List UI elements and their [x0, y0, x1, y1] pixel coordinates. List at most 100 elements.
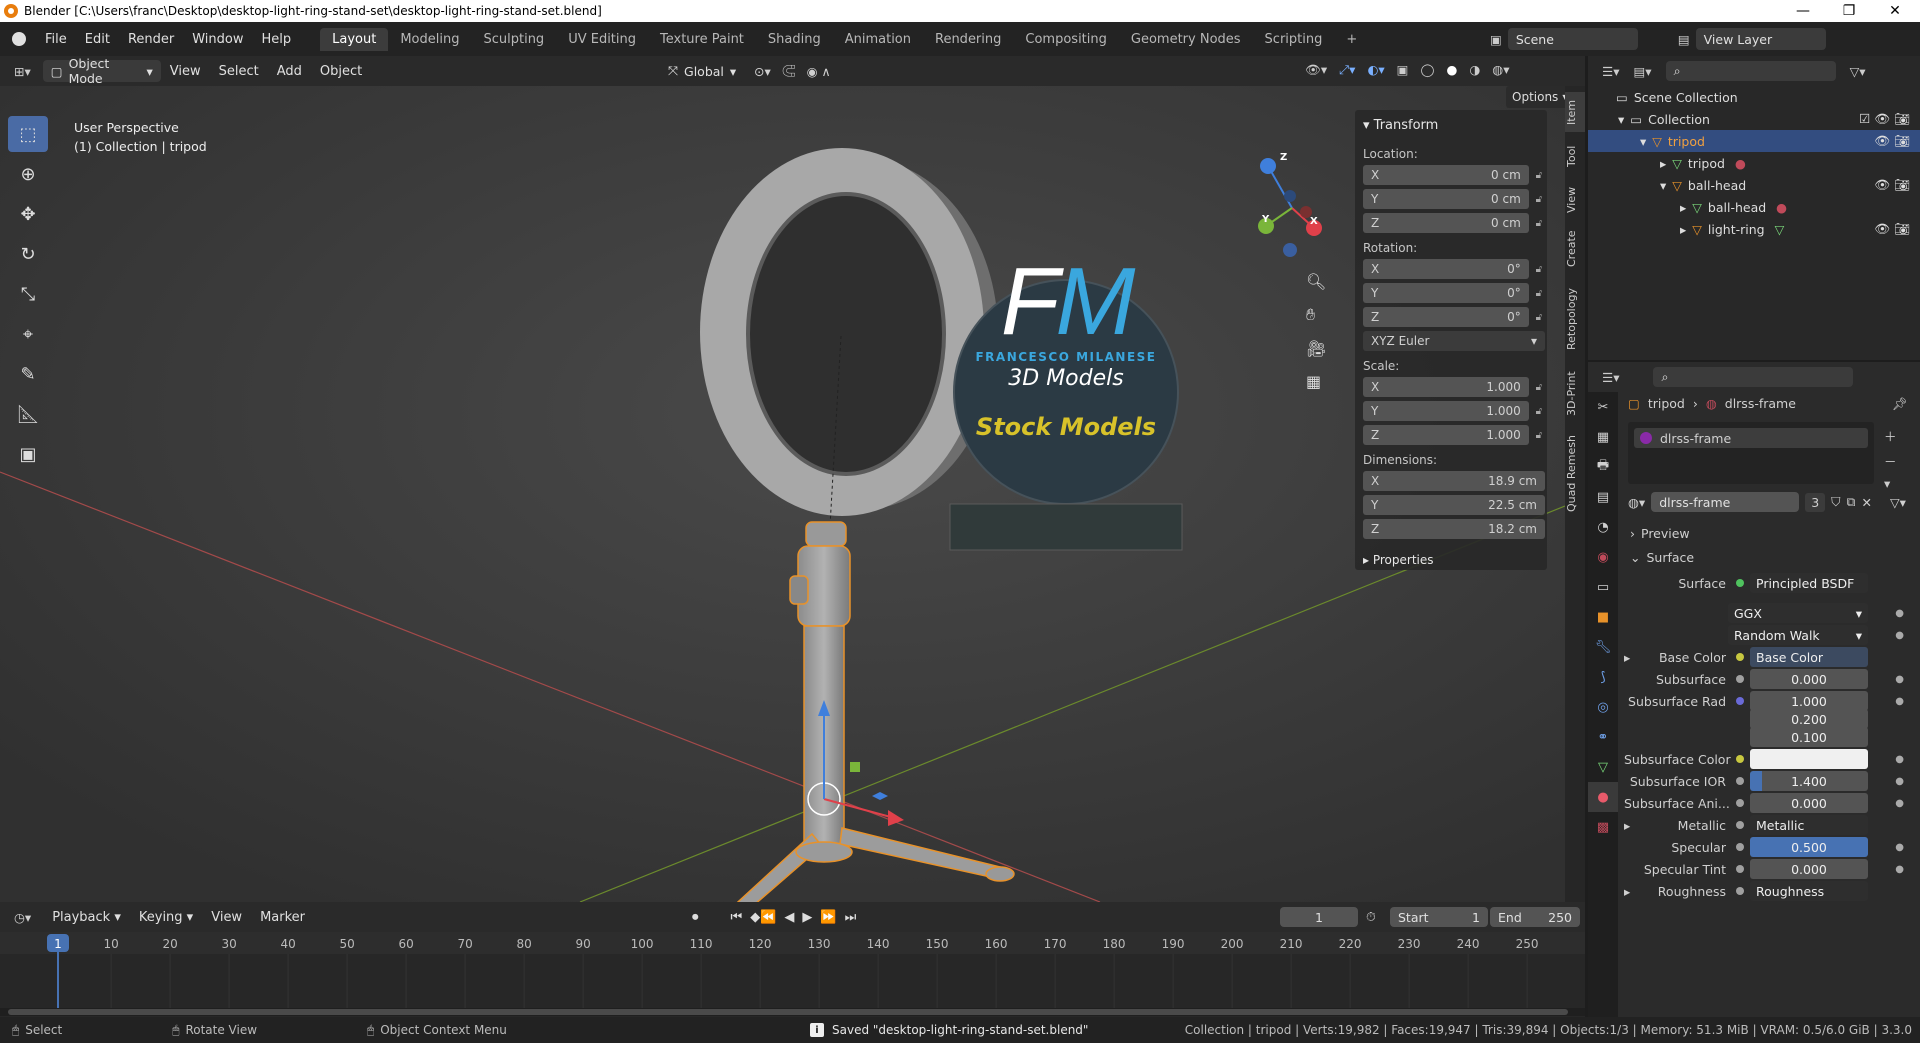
record-icon[interactable]: ⏺ — [692, 910, 699, 925]
tab-sculpting[interactable]: Sculpting — [471, 28, 556, 51]
remove-slot-button[interactable]: － — [1884, 451, 1897, 470]
collection-props-icon[interactable]: ▭ — [1588, 572, 1618, 602]
tab-animation[interactable]: Animation — [833, 28, 923, 51]
user-count[interactable]: 3 — [1805, 492, 1826, 512]
play-reverse-icon[interactable]: ◀ — [784, 910, 794, 925]
location-z-row[interactable]: Z0 cm 🔓︎ — [1363, 213, 1547, 233]
outliner-search[interactable]: ⌕ — [1665, 61, 1836, 81]
tab-scripting[interactable]: Scripting — [1253, 28, 1335, 51]
location-x-row[interactable]: X0 cm 🔓︎ — [1363, 165, 1547, 185]
add-cube-tool-icon[interactable]: ▣ — [8, 436, 48, 472]
viewport-menu-view[interactable]: View — [161, 64, 210, 79]
scale-x-row[interactable]: X 1.000 🔓︎ — [1363, 377, 1547, 397]
transform-orientation[interactable]: ⤧ Global ▾ — [660, 60, 744, 82]
scale-y-row[interactable]: Y 1.000 🔓︎ — [1363, 401, 1547, 421]
tab-view[interactable]: View — [1565, 180, 1585, 220]
jump-end-icon[interactable]: ⏭ — [845, 910, 857, 925]
expand-icon[interactable]: ▸ — [1624, 884, 1630, 899]
lock-icon[interactable]: 🔓︎ — [1531, 264, 1547, 275]
material-shading-icon[interactable]: ◑ — [1469, 62, 1480, 78]
play-icon[interactable]: ▶ — [802, 910, 812, 925]
keyframe-dot[interactable]: ● — [1895, 674, 1904, 685]
distribution-dropdown[interactable]: GGX ▾ — [1728, 603, 1868, 623]
timeline-ruler[interactable]: 1102030405060708090100110120130140150160… — [0, 932, 1585, 1017]
outliner-row-scene-collection[interactable]: ▭ Scene Collection — [1588, 86, 1920, 108]
viewport-menu-add[interactable]: Add — [268, 64, 311, 79]
close-button[interactable]: ✕ — [1872, 0, 1918, 22]
keyframe-dot[interactable]: ● — [1895, 864, 1904, 875]
outliner-row-tripod[interactable]: ▾ ▽ tripod 👁︎ 📷︎ — [1588, 130, 1920, 152]
dimensions-x-row[interactable]: X 18.9 cm — [1363, 471, 1547, 491]
transform-header[interactable]: ▾ Transform — [1355, 110, 1547, 137]
view-layer-selector[interactable]: View Layer — [1695, 28, 1826, 50]
visibility-icons[interactable]: 👁︎ 📷︎ — [1874, 221, 1910, 237]
subsurface-ior-field[interactable]: 1.400 — [1750, 771, 1868, 791]
subsurface-method-dropdown[interactable]: Random Walk ▾ — [1728, 625, 1868, 645]
view-layer-icon[interactable]: ▤ — [1678, 32, 1690, 47]
tab-retopology[interactable]: Retopology — [1565, 278, 1585, 360]
add-workspace-button[interactable]: + — [1334, 28, 1369, 51]
keyframe-dot[interactable]: ● — [1895, 630, 1904, 641]
zoom-icon[interactable]: 🔍︎ — [1306, 272, 1326, 291]
fake-user-icon[interactable]: ⛉ — [1831, 494, 1840, 510]
material-name-field[interactable]: dlrss-frame — [1651, 492, 1800, 512]
physics-props-icon[interactable]: ◎ — [1588, 692, 1618, 722]
particles-props-icon[interactable]: ⟆ — [1588, 662, 1618, 692]
subsurface-radius-z-field[interactable]: 0.100 — [1750, 727, 1868, 747]
tab-texture-paint[interactable]: Texture Paint — [648, 28, 756, 51]
add-slot-button[interactable]: ＋ — [1884, 426, 1897, 445]
tab-geometry-nodes[interactable]: Geometry Nodes — [1119, 28, 1253, 51]
pin-icon[interactable]: 📌︎ — [1892, 396, 1908, 412]
tool-props-icon[interactable]: ✂ — [1588, 392, 1618, 422]
tab-modeling[interactable]: Modeling — [388, 28, 471, 51]
tab-uv-editing[interactable]: UV Editing — [556, 28, 648, 51]
lock-icon[interactable]: 🔓︎ — [1531, 170, 1547, 181]
stopwatch-icon[interactable]: ⏱ — [1366, 909, 1376, 925]
rotation-y-field[interactable]: Y 0° — [1363, 283, 1529, 303]
scale-tool-icon[interactable]: ⤡ — [8, 276, 48, 312]
tab-layout[interactable]: Layout — [320, 27, 389, 51]
keyframe-dot[interactable]: ● — [1895, 842, 1904, 853]
material-slot-item[interactable]: dlrss-frame — [1634, 428, 1868, 448]
end-frame-field[interactable]: End 250 — [1490, 907, 1580, 927]
preview-subpanel[interactable]: › Preview — [1624, 522, 1914, 544]
snap-icon[interactable]: 🧲︎ — [781, 63, 797, 79]
location-y-field[interactable]: Y0 cm — [1363, 189, 1529, 209]
move-tool-icon[interactable]: ✥ — [8, 196, 48, 232]
menu-window[interactable]: Window — [183, 32, 252, 47]
rotation-y-row[interactable]: Y 0° 🔓︎ — [1363, 283, 1547, 303]
menu-render[interactable]: Render — [119, 32, 183, 47]
scale-z-field[interactable]: Z 1.000 — [1363, 425, 1529, 445]
menu-edit[interactable]: Edit — [76, 32, 119, 47]
subsurface-field[interactable]: 0.000 — [1750, 669, 1868, 689]
location-z-field[interactable]: Z0 cm — [1363, 213, 1529, 233]
visibility-icons[interactable]: 👁︎ 📷︎ — [1874, 177, 1910, 193]
lock-icon[interactable]: 🔓︎ — [1531, 430, 1547, 441]
overlay-toggle-icon[interactable]: ◐▾ — [1367, 62, 1384, 78]
surface-subpanel[interactable]: ⌄ Surface — [1624, 546, 1914, 568]
proportional-edit-icon[interactable]: ◉ ∧ — [807, 64, 831, 79]
camera-view-icon[interactable]: 🎥︎ — [1306, 339, 1326, 358]
scene-icon[interactable]: ▣ — [1490, 32, 1502, 47]
start-frame-field[interactable]: Start 1 — [1390, 907, 1488, 927]
object-props-icon[interactable]: ■ — [1588, 602, 1618, 632]
timeline-menu-keying[interactable]: Keying ▾ — [130, 910, 202, 925]
dimensions-y-row[interactable]: Y 22.5 cm — [1363, 495, 1547, 515]
visibility-icons[interactable]: 👁︎ 📷︎ — [1874, 133, 1910, 149]
transform-tool-icon[interactable]: ⌖ — [8, 316, 48, 352]
render-props-icon[interactable]: ▦ — [1588, 422, 1618, 452]
tab-item[interactable]: Item — [1565, 92, 1585, 132]
current-frame-field[interactable]: 1 — [1280, 907, 1358, 927]
solid-shading-icon[interactable]: ● — [1446, 62, 1457, 78]
scene-selector[interactable]: Scene — [1507, 28, 1638, 50]
material-slot-list[interactable]: dlrss-frame — [1628, 422, 1874, 484]
rendered-shading-icon[interactable]: ◍▾ — [1492, 62, 1509, 78]
keyframe-dot[interactable]: ● — [1895, 754, 1904, 765]
outliner-row-collection[interactable]: ▾ ▭ Collection ☑ 👁︎ 📷︎ — [1588, 108, 1920, 130]
outliner-row-tripod-mesh[interactable]: ▸ ▽ tripod ● — [1588, 152, 1920, 174]
tab-rendering[interactable]: Rendering — [923, 28, 1013, 51]
visibility-icons[interactable]: ☑ 👁︎ 📷︎ — [1859, 111, 1910, 127]
lock-icon[interactable]: 🔓︎ — [1531, 218, 1547, 229]
pan-hand-icon[interactable]: ✋︎ — [1306, 305, 1326, 325]
timeline-editor-icon[interactable]: ◷▾ — [14, 910, 31, 925]
